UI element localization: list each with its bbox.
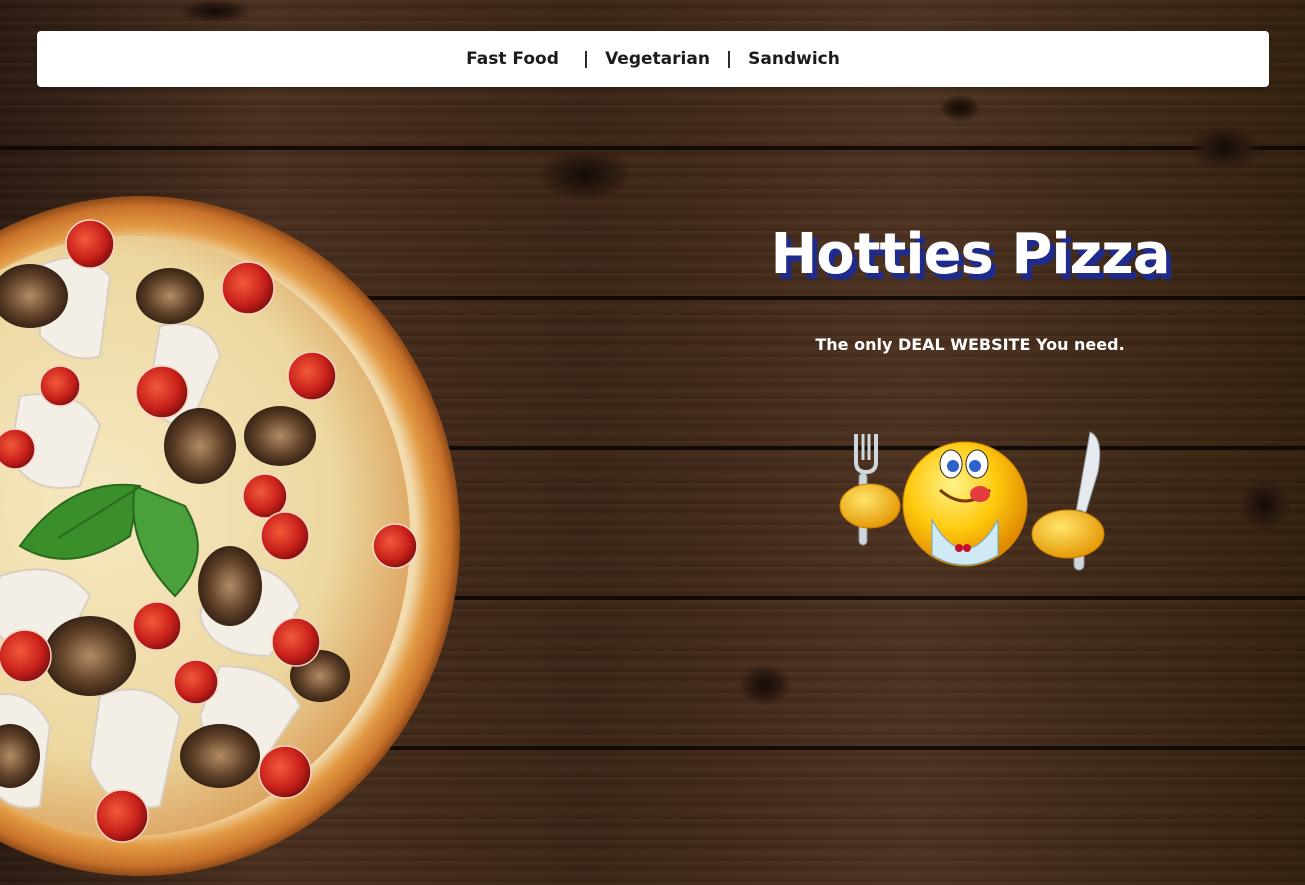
nav-separator: | [582, 49, 590, 69]
wood-knot [1240, 480, 1290, 530]
pizza-image [0, 196, 460, 876]
hero-section: Hotties Pizza The only DEAL WEBSITE You … [760, 222, 1180, 354]
wood-knot [1190, 125, 1260, 170]
wood-knot [180, 0, 250, 22]
wood-knot [740, 665, 790, 705]
nav-separator: | [725, 49, 733, 69]
wood-knot [940, 95, 980, 121]
site-title: Hotties Pizza [770, 222, 1170, 287]
nav-link-fast-food[interactable]: Fast Food [466, 49, 559, 69]
hungry-smiley-icon [839, 431, 1105, 571]
top-navbar: Fast Food | Vegetarian | Sandwich [37, 31, 1269, 87]
nav-link-vegetarian[interactable]: Vegetarian [605, 49, 710, 69]
wood-knot [540, 150, 630, 200]
nav-link-sandwich[interactable]: Sandwich [748, 49, 840, 69]
site-tagline: The only DEAL WEBSITE You need. [815, 335, 1125, 354]
